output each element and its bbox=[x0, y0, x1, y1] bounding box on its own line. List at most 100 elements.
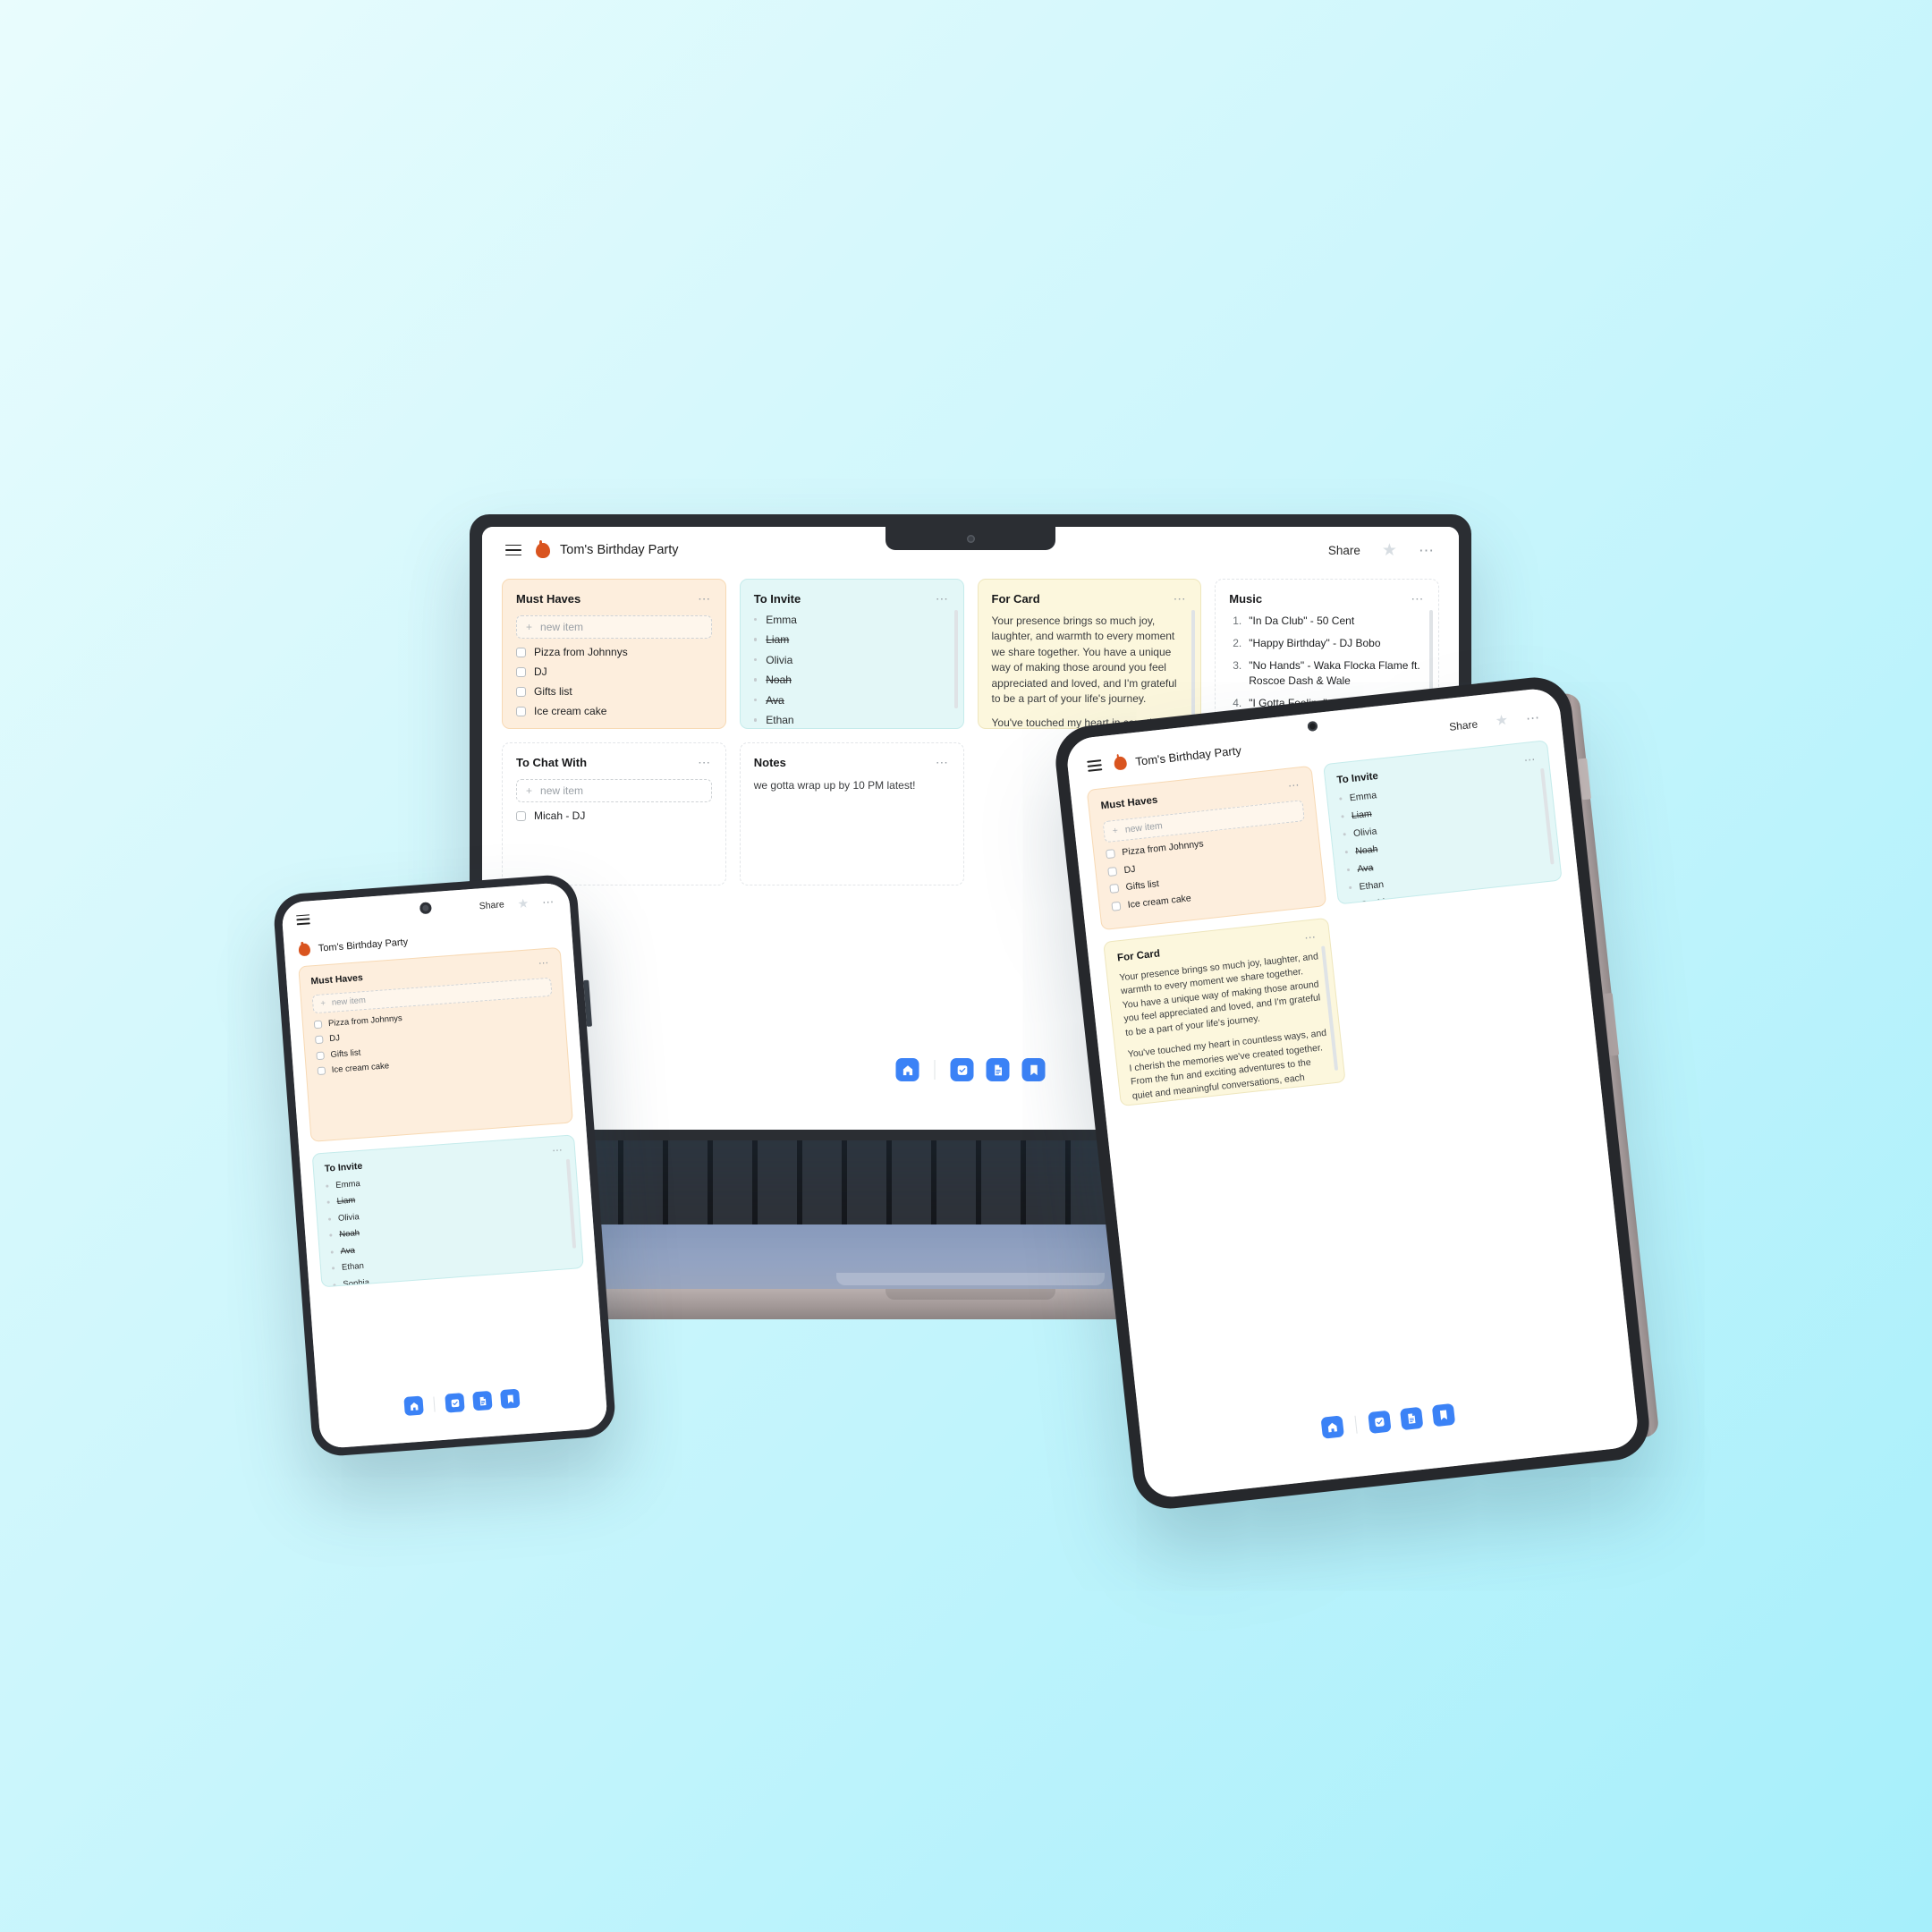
todo-item[interactable]: Pizza from Johnnys bbox=[516, 646, 712, 658]
list-item[interactable]: Ava bbox=[753, 694, 950, 707]
card-for-card[interactable]: For Card ⋯ Your presence brings so much … bbox=[977, 579, 1202, 729]
checkbox-icon[interactable] bbox=[516, 647, 526, 657]
star-icon[interactable]: ★ bbox=[517, 895, 530, 911]
invitee-label: Olivia bbox=[337, 1211, 360, 1224]
bullet-icon bbox=[1348, 886, 1352, 890]
checkbox-icon[interactable] bbox=[313, 1020, 323, 1029]
checkbox-icon[interactable] bbox=[316, 1051, 325, 1060]
bookmark-icon[interactable] bbox=[1431, 1402, 1456, 1428]
checkbox-icon[interactable] bbox=[516, 686, 526, 697]
ellipsis-icon[interactable]: ⋯ bbox=[542, 894, 556, 909]
home-icon[interactable] bbox=[403, 1395, 424, 1416]
card-title: For Card bbox=[991, 592, 1040, 606]
brown-egg-icon bbox=[536, 539, 550, 558]
ellipsis-icon[interactable]: ⋯ bbox=[1523, 753, 1537, 767]
new-item-input[interactable]: + new item bbox=[516, 779, 712, 802]
card-to-invite[interactable]: To Invite ⋯ Emma Liam Olivia Noah Ava Et bbox=[739, 579, 964, 729]
ellipsis-icon[interactable]: ⋯ bbox=[1419, 543, 1436, 558]
bullet-icon bbox=[753, 678, 758, 682]
share-button[interactable]: Share bbox=[1449, 717, 1479, 733]
invitee-label: Olivia bbox=[1352, 825, 1377, 839]
todo-item[interactable]: Ice cream cake bbox=[516, 705, 712, 717]
ellipsis-icon[interactable]: ⋯ bbox=[936, 592, 950, 605]
invitee-label: Noah bbox=[1354, 843, 1378, 857]
ellipsis-icon[interactable]: ⋯ bbox=[698, 592, 712, 605]
ellipsis-icon[interactable]: ⋯ bbox=[1411, 592, 1425, 605]
card-for-card[interactable]: For Card ⋯ Your presence brings so much … bbox=[1103, 917, 1346, 1107]
list-item[interactable]: Ethan bbox=[753, 714, 950, 726]
checkbox-icon[interactable] bbox=[516, 810, 526, 821]
ellipsis-icon[interactable]: ⋯ bbox=[1287, 778, 1301, 792]
card-to-chat-with[interactable]: To Chat With ⋯ + new item Micah - DJ bbox=[502, 742, 726, 886]
share-button[interactable]: Share bbox=[479, 899, 504, 911]
list-item[interactable]: 1. "In Da Club" - 50 Cent bbox=[1229, 614, 1425, 628]
home-icon[interactable] bbox=[895, 1058, 919, 1081]
star-icon[interactable]: ★ bbox=[1382, 542, 1397, 559]
hamburger-menu-icon[interactable] bbox=[1087, 759, 1103, 772]
checklist-icon[interactable] bbox=[1368, 1410, 1392, 1435]
invitee-label: Liam bbox=[766, 633, 790, 646]
document-icon[interactable] bbox=[472, 1390, 493, 1411]
todo-item[interactable]: DJ bbox=[516, 665, 712, 678]
tablet-screen: Tom's Birthday Party Share ★ ⋯ Must Have… bbox=[1064, 686, 1640, 1500]
todo-item[interactable]: Micah - DJ bbox=[516, 809, 712, 822]
card-to-invite[interactable]: To Invite ⋯ Emma Liam Olivia Noah Ava Et… bbox=[311, 1134, 584, 1288]
checkbox-icon[interactable] bbox=[1107, 866, 1118, 877]
bullet-icon bbox=[753, 718, 758, 722]
laptop-trackpad bbox=[836, 1273, 1105, 1285]
checkbox-icon[interactable] bbox=[516, 666, 526, 677]
todo-item[interactable]: Gifts list bbox=[516, 685, 712, 698]
checklist-icon[interactable] bbox=[445, 1393, 465, 1413]
ellipsis-icon[interactable]: ⋯ bbox=[1174, 592, 1188, 605]
hamburger-menu-icon[interactable] bbox=[505, 544, 521, 556]
card-notes[interactable]: Notes ⋯ we gotta wrap up by 10 PM latest… bbox=[739, 742, 964, 886]
card-scrollbar[interactable] bbox=[1191, 610, 1196, 717]
invitee-label: Ethan bbox=[766, 714, 794, 726]
list-item[interactable]: Emma bbox=[753, 614, 950, 626]
ellipsis-icon[interactable]: ⋯ bbox=[936, 756, 950, 768]
list-item[interactable]: 2. "Happy Birthday" - DJ Bobo bbox=[1229, 636, 1425, 650]
checkbox-icon[interactable] bbox=[1106, 849, 1116, 860]
new-item-input[interactable]: + new item bbox=[516, 615, 712, 639]
home-icon[interactable] bbox=[1320, 1415, 1344, 1439]
bookmark-icon[interactable] bbox=[500, 1388, 521, 1410]
new-item-placeholder: new item bbox=[540, 621, 584, 633]
document-icon[interactable] bbox=[1399, 1406, 1424, 1431]
card-to-invite[interactable]: To Invite ⋯ Emma Liam Olivia Noah Ava Et bbox=[1322, 740, 1563, 905]
bottom-nav bbox=[403, 1388, 521, 1416]
invitee-label: Emma bbox=[1349, 789, 1377, 803]
card-title: For Card bbox=[1116, 948, 1161, 964]
list-item[interactable]: Olivia bbox=[753, 654, 950, 666]
ellipsis-icon[interactable]: ⋯ bbox=[552, 1145, 564, 1157]
checkbox-icon[interactable] bbox=[315, 1035, 324, 1045]
card-must-haves[interactable]: Must Haves ⋯ + new item Pizza from Johnn… bbox=[502, 579, 726, 729]
list-item[interactable]: Noah bbox=[753, 674, 950, 686]
list-item[interactable]: Liam bbox=[753, 633, 950, 646]
checkbox-icon[interactable] bbox=[516, 706, 526, 716]
ellipsis-icon[interactable]: ⋯ bbox=[698, 756, 712, 768]
hamburger-menu-icon[interactable] bbox=[296, 913, 310, 925]
card-must-haves[interactable]: Must Haves ⋯ + new item Pizza from Johnn… bbox=[298, 946, 573, 1142]
todo-label: DJ bbox=[534, 665, 547, 678]
invitee-label: Sophia bbox=[1360, 895, 1391, 905]
checkbox-icon[interactable] bbox=[317, 1066, 326, 1076]
ellipsis-icon[interactable]: ⋯ bbox=[1525, 709, 1542, 726]
card-title: To Invite bbox=[1336, 770, 1379, 786]
document-icon[interactable] bbox=[986, 1058, 1010, 1081]
ellipsis-icon[interactable]: ⋯ bbox=[1304, 930, 1318, 944]
share-button[interactable]: Share bbox=[1328, 544, 1360, 557]
invitee-label: Liam bbox=[1351, 808, 1373, 821]
bookmark-icon[interactable] bbox=[1021, 1058, 1046, 1081]
bullet-icon bbox=[1344, 851, 1348, 854]
star-icon[interactable]: ★ bbox=[1495, 713, 1509, 729]
card-paragraph: Your presence brings so much joy, laught… bbox=[1118, 950, 1321, 1038]
bullet-icon bbox=[753, 638, 758, 641]
list-item[interactable]: 3. "No Hands" - Waka Flocka Flame ft. Ros… bbox=[1229, 658, 1425, 687]
card-must-haves[interactable]: Must Haves ⋯ + new item Pizza from Johnn… bbox=[1086, 765, 1326, 931]
bullet-icon bbox=[327, 1216, 332, 1221]
card-scrollbar[interactable] bbox=[953, 610, 958, 708]
checkbox-icon[interactable] bbox=[1111, 901, 1122, 911]
checklist-icon[interactable] bbox=[950, 1058, 974, 1081]
checkbox-icon[interactable] bbox=[1109, 883, 1120, 894]
ellipsis-icon[interactable]: ⋯ bbox=[538, 958, 551, 970]
